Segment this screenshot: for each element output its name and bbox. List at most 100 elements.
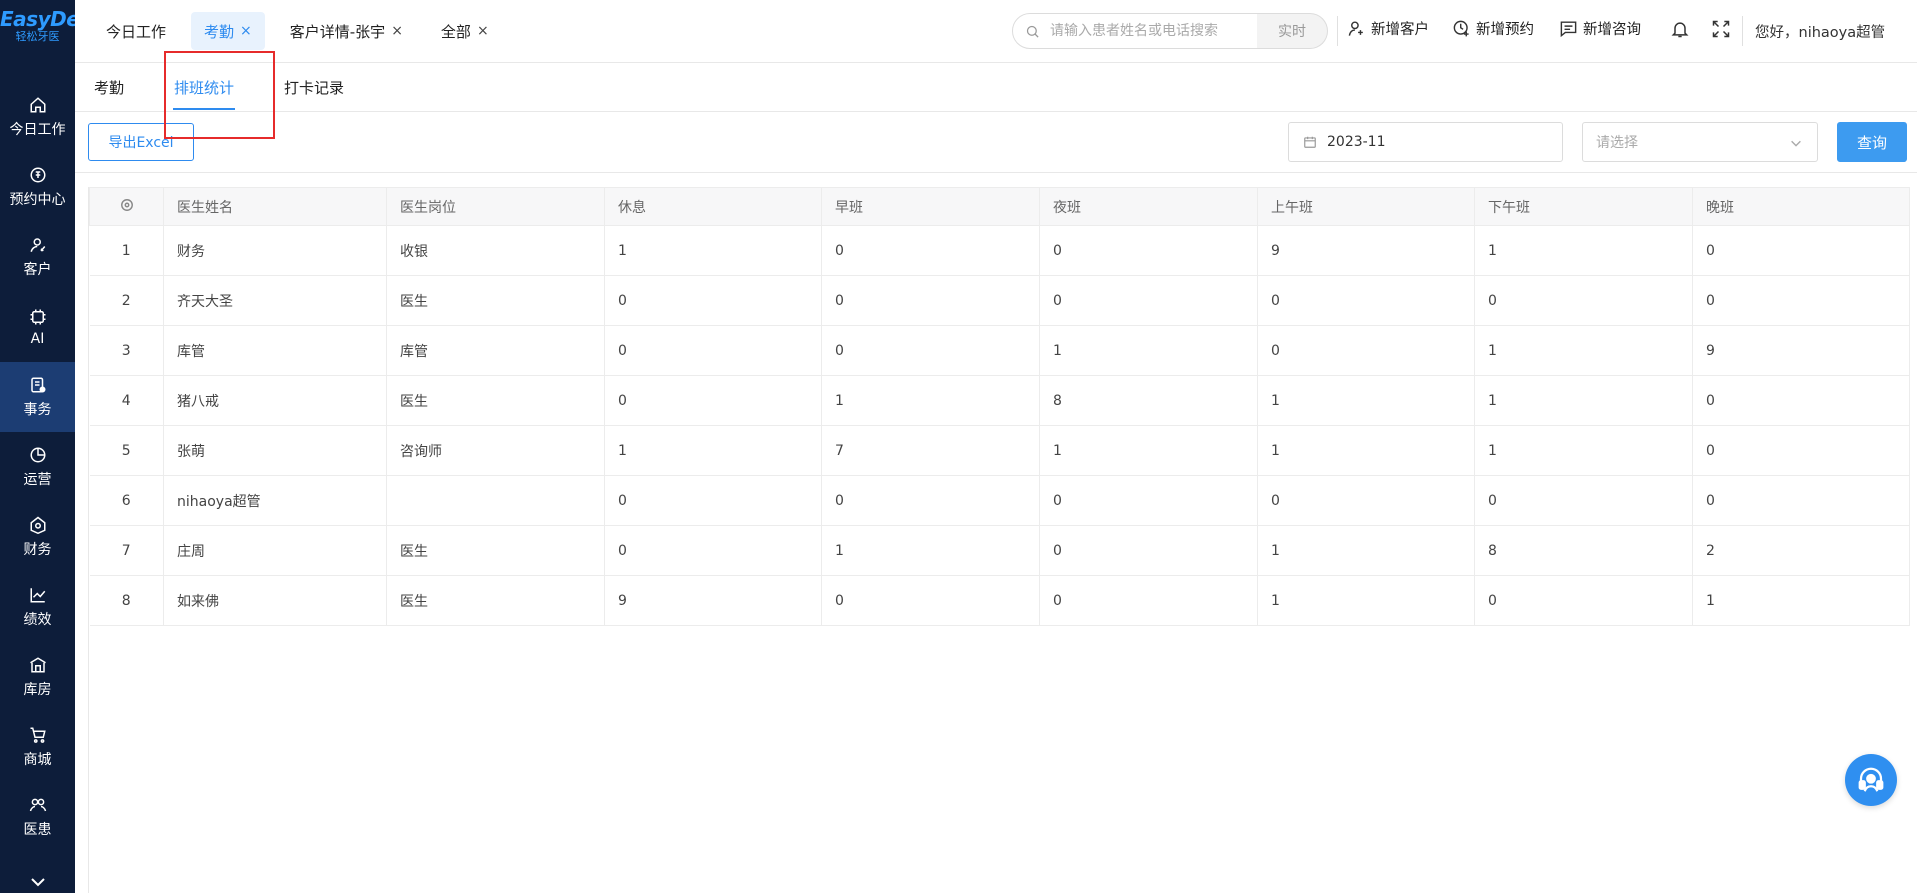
table-cell: 庄周 bbox=[163, 525, 387, 576]
table-cell: 0 bbox=[1474, 575, 1693, 626]
table-cell: 0 bbox=[1474, 275, 1693, 326]
tab-label: 今日工作 bbox=[106, 22, 167, 41]
sidebar-item-warehouse[interactable]: 库房 bbox=[0, 642, 75, 712]
sidebar-item-label: 客户 bbox=[23, 261, 52, 278]
column-header[interactable]: 早班 bbox=[821, 187, 1040, 226]
sidebar-item-appointment[interactable]: 预约中心 bbox=[0, 152, 75, 222]
sidebar-item-operations[interactable]: 运营 bbox=[0, 432, 75, 502]
table-cell: 1 bbox=[1257, 575, 1475, 626]
customer-service-button[interactable] bbox=[1845, 754, 1897, 806]
sidebar-item-mall[interactable]: 商城 bbox=[0, 712, 75, 782]
column-header[interactable]: 下午班 bbox=[1474, 187, 1693, 226]
table-cell: 0 bbox=[604, 375, 822, 426]
table-cell: 9 bbox=[604, 575, 822, 626]
new-appointment-label: 新增预约 bbox=[1476, 22, 1534, 38]
sidebar-item-affairs[interactable]: 事务 bbox=[0, 362, 75, 432]
column-header[interactable]: 医生岗位 bbox=[386, 187, 605, 226]
column-settings[interactable] bbox=[89, 187, 164, 226]
table-row[interactable]: 3 库管 库管 0 0 1 0 1 9 bbox=[89, 325, 1910, 376]
table-cell: 0 bbox=[1692, 425, 1910, 476]
tab-today-work[interactable]: 今日工作 bbox=[93, 12, 179, 50]
table-cell: 0 bbox=[821, 275, 1040, 326]
table-row[interactable]: 7 庄周 医生 0 1 0 1 8 2 bbox=[89, 525, 1910, 576]
table-row[interactable]: 5 张萌 咨询师 1 7 1 1 1 0 bbox=[89, 425, 1910, 476]
table-row[interactable]: 1 财务 收银 1 0 0 9 1 0 bbox=[89, 225, 1910, 276]
table-row[interactable]: 8 如来佛 医生 9 0 0 1 0 1 bbox=[89, 575, 1910, 626]
table-cell: 8 bbox=[1474, 525, 1693, 576]
sidebar-expand-button[interactable] bbox=[0, 871, 75, 893]
sidebar-item-customer[interactable]: 客户 bbox=[0, 222, 75, 292]
column-header[interactable]: 上午班 bbox=[1257, 187, 1475, 226]
sidebar-item-performance[interactable]: 绩效 bbox=[0, 572, 75, 642]
new-customer-button[interactable]: 新增客户 bbox=[1347, 18, 1429, 39]
select-placeholder: 请选择 bbox=[1596, 135, 1638, 151]
table-cell: 0 bbox=[604, 525, 822, 576]
table-cell: 0 bbox=[1692, 225, 1910, 276]
month-picker[interactable]: 2023-11 bbox=[1288, 122, 1563, 162]
new-appointment-button[interactable]: 新增预约 bbox=[1452, 18, 1534, 39]
tab-all[interactable]: 全部 × bbox=[428, 12, 502, 50]
sidebar-item-ai[interactable]: AI bbox=[0, 292, 75, 362]
divider bbox=[1742, 16, 1743, 46]
sidebar-item-label: 事务 bbox=[23, 401, 52, 418]
subtab-punch-records[interactable]: 打卡记录 bbox=[284, 77, 344, 98]
close-icon[interactable]: × bbox=[240, 23, 252, 39]
sidebar-item-label: 绩效 bbox=[23, 611, 52, 628]
table-cell: 0 bbox=[1257, 275, 1475, 326]
row-index: 7 bbox=[89, 525, 164, 576]
sidebar-item-label: 医患 bbox=[23, 821, 52, 838]
user-greeting[interactable]: 您好，nihaoya超管 bbox=[1755, 21, 1885, 42]
appointment-icon bbox=[30, 167, 45, 182]
row-index: 6 bbox=[89, 475, 164, 526]
sidebar-item-finance[interactable]: 财务 bbox=[0, 502, 75, 572]
search-input[interactable] bbox=[1048, 22, 1252, 40]
table-cell: 医生 bbox=[386, 575, 605, 626]
export-excel-button[interactable]: 导出Excel bbox=[88, 123, 194, 161]
close-icon[interactable]: × bbox=[477, 23, 489, 39]
new-consult-label: 新增咨询 bbox=[1583, 22, 1641, 38]
divider bbox=[1337, 16, 1338, 46]
row-index: 2 bbox=[89, 275, 164, 326]
schedule-stats-table: 医生姓名 医生岗位 休息 早班 夜班 上午班 下午班 晚班 1 财务 收银 1 0 0 9 1… bbox=[88, 187, 1910, 893]
table-cell: 0 bbox=[604, 275, 822, 326]
table-cell: 0 bbox=[1474, 475, 1693, 526]
table-cell: 2 bbox=[1692, 525, 1910, 576]
staff-select[interactable]: 请选择 bbox=[1582, 122, 1818, 162]
close-icon[interactable]: × bbox=[391, 23, 403, 39]
table-cell: 0 bbox=[1692, 475, 1910, 526]
subtab-attendance[interactable]: 考勤 bbox=[94, 77, 124, 98]
column-header[interactable]: 休息 bbox=[604, 187, 822, 226]
brand-logo[interactable]: EasyDent 轻松牙医 bbox=[0, 8, 103, 44]
tab-customer-detail[interactable]: 客户详情-张宇 × bbox=[277, 12, 416, 50]
sidebar: EasyDent 轻松牙医 今日工作 预约中心 客户 AI 事务 运营 财务 绩… bbox=[0, 0, 103, 893]
table-row[interactable]: 4 猪八戒 医生 0 1 8 1 1 0 bbox=[89, 375, 1910, 426]
table-row[interactable]: 2 齐天大圣 医生 0 0 0 0 0 0 bbox=[89, 275, 1910, 326]
sidebar-item-doctor-patient[interactable]: 医患 bbox=[0, 782, 75, 852]
table-row[interactable]: 6 nihaoya超管 0 0 0 0 0 0 bbox=[89, 475, 1910, 526]
subtab-schedule-stats[interactable]: 排班统计 bbox=[174, 77, 234, 98]
trend-icon bbox=[30, 587, 45, 602]
fullscreen-button[interactable] bbox=[1711, 19, 1731, 43]
sidebar-item-today[interactable]: 今日工作 bbox=[0, 82, 75, 152]
sidebar-item-label: 库房 bbox=[23, 681, 52, 698]
customer-icon bbox=[30, 237, 45, 252]
column-header[interactable]: 晚班 bbox=[1692, 187, 1910, 226]
sidebar-item-label: 商城 bbox=[23, 751, 52, 768]
table-cell: 齐天大圣 bbox=[163, 275, 387, 326]
tab-attendance[interactable]: 考勤 × bbox=[191, 12, 265, 50]
realtime-button[interactable]: 实时 bbox=[1257, 13, 1328, 49]
active-tab-indicator bbox=[173, 108, 235, 110]
query-button[interactable]: 查询 bbox=[1837, 122, 1907, 162]
column-header[interactable]: 医生姓名 bbox=[163, 187, 387, 226]
new-customer-label: 新增客户 bbox=[1371, 22, 1429, 38]
finance-icon bbox=[30, 516, 45, 534]
notification-button[interactable] bbox=[1670, 19, 1690, 43]
chevron-down-icon bbox=[30, 878, 45, 887]
column-header[interactable]: 夜班 bbox=[1039, 187, 1258, 226]
table-cell: 9 bbox=[1692, 325, 1910, 376]
new-consult-button[interactable]: 新增咨询 bbox=[1559, 18, 1641, 39]
table-cell: 0 bbox=[821, 325, 1040, 376]
cart-icon bbox=[30, 727, 46, 743]
top-bar: 今日工作 考勤 × 客户详情-张宇 × 全部 × 实时 新增客户 新增预约 新增… bbox=[75, 0, 1917, 63]
table-cell: 0 bbox=[1692, 375, 1910, 426]
